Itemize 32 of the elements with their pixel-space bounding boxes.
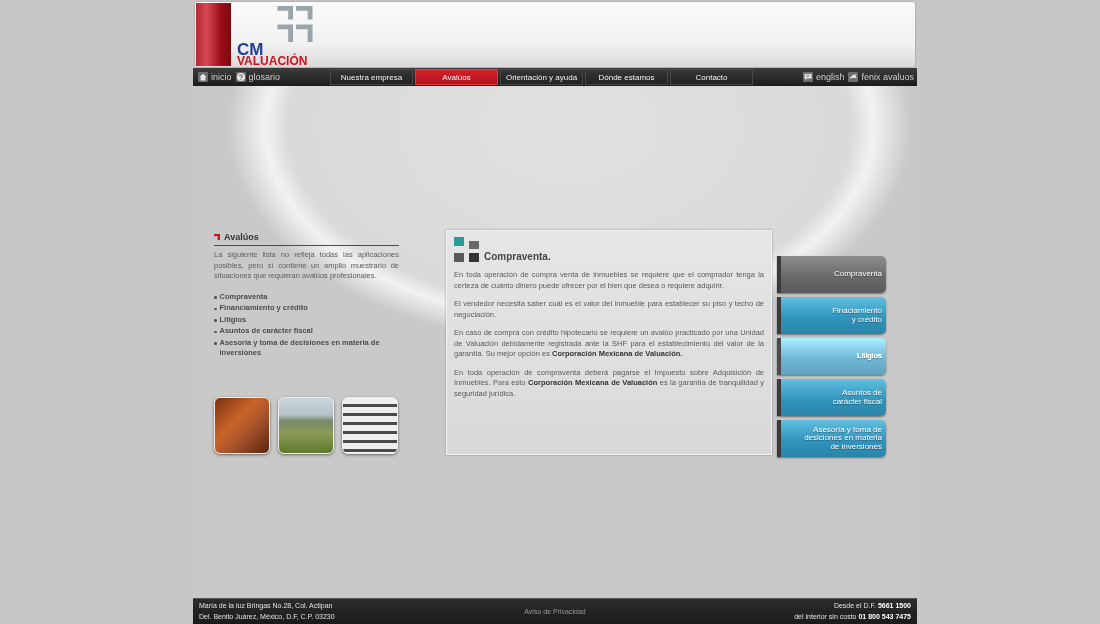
bullet-icon [214,330,217,333]
bullet-icon [214,319,217,322]
logo-mark-icon [277,6,313,42]
accent-bar [196,3,231,66]
nav-link[interactable]: glosario [235,72,281,82]
photo-placeholder [278,397,334,454]
category-button[interactable]: Asuntos de carácter fiscal [777,379,886,416]
bullet-icon [214,307,217,310]
category-button[interactable]: Finaciamiento y crédito [777,297,886,334]
section-title: Avalúos [224,231,259,243]
bullet-icon [214,342,217,345]
nav-link[interactable]: english [802,72,845,82]
home-icon [198,72,208,82]
squares-icon [454,237,479,262]
category-button[interactable]: Asesoría y toma de desiciones en materia de inversiones [777,420,886,457]
nav-link[interactable]: inicio [198,72,232,82]
logo-text: CM [237,43,264,56]
photo-placeholder [342,397,398,454]
category-button[interactable]: Compraventa [777,256,886,293]
nav-tab[interactable]: Nuestra empresa [330,69,413,85]
corner-icon [214,234,220,240]
speech-bubble-icon [802,72,813,82]
nav-tab[interactable]: Contacto [670,69,753,85]
nav-link[interactable]: fenix avaluos [848,72,914,82]
bullet-icon [214,296,217,299]
article-title: Compraventa. [484,251,551,262]
nav-tab[interactable]: Orientación y ayuda [500,69,583,85]
help-icon [235,72,246,82]
nav-tab[interactable]: Avalúos [415,69,498,85]
photo-placeholder [214,397,270,454]
nav-tab[interactable]: Dónde estamos [585,69,668,85]
wing-icon [848,72,859,82]
